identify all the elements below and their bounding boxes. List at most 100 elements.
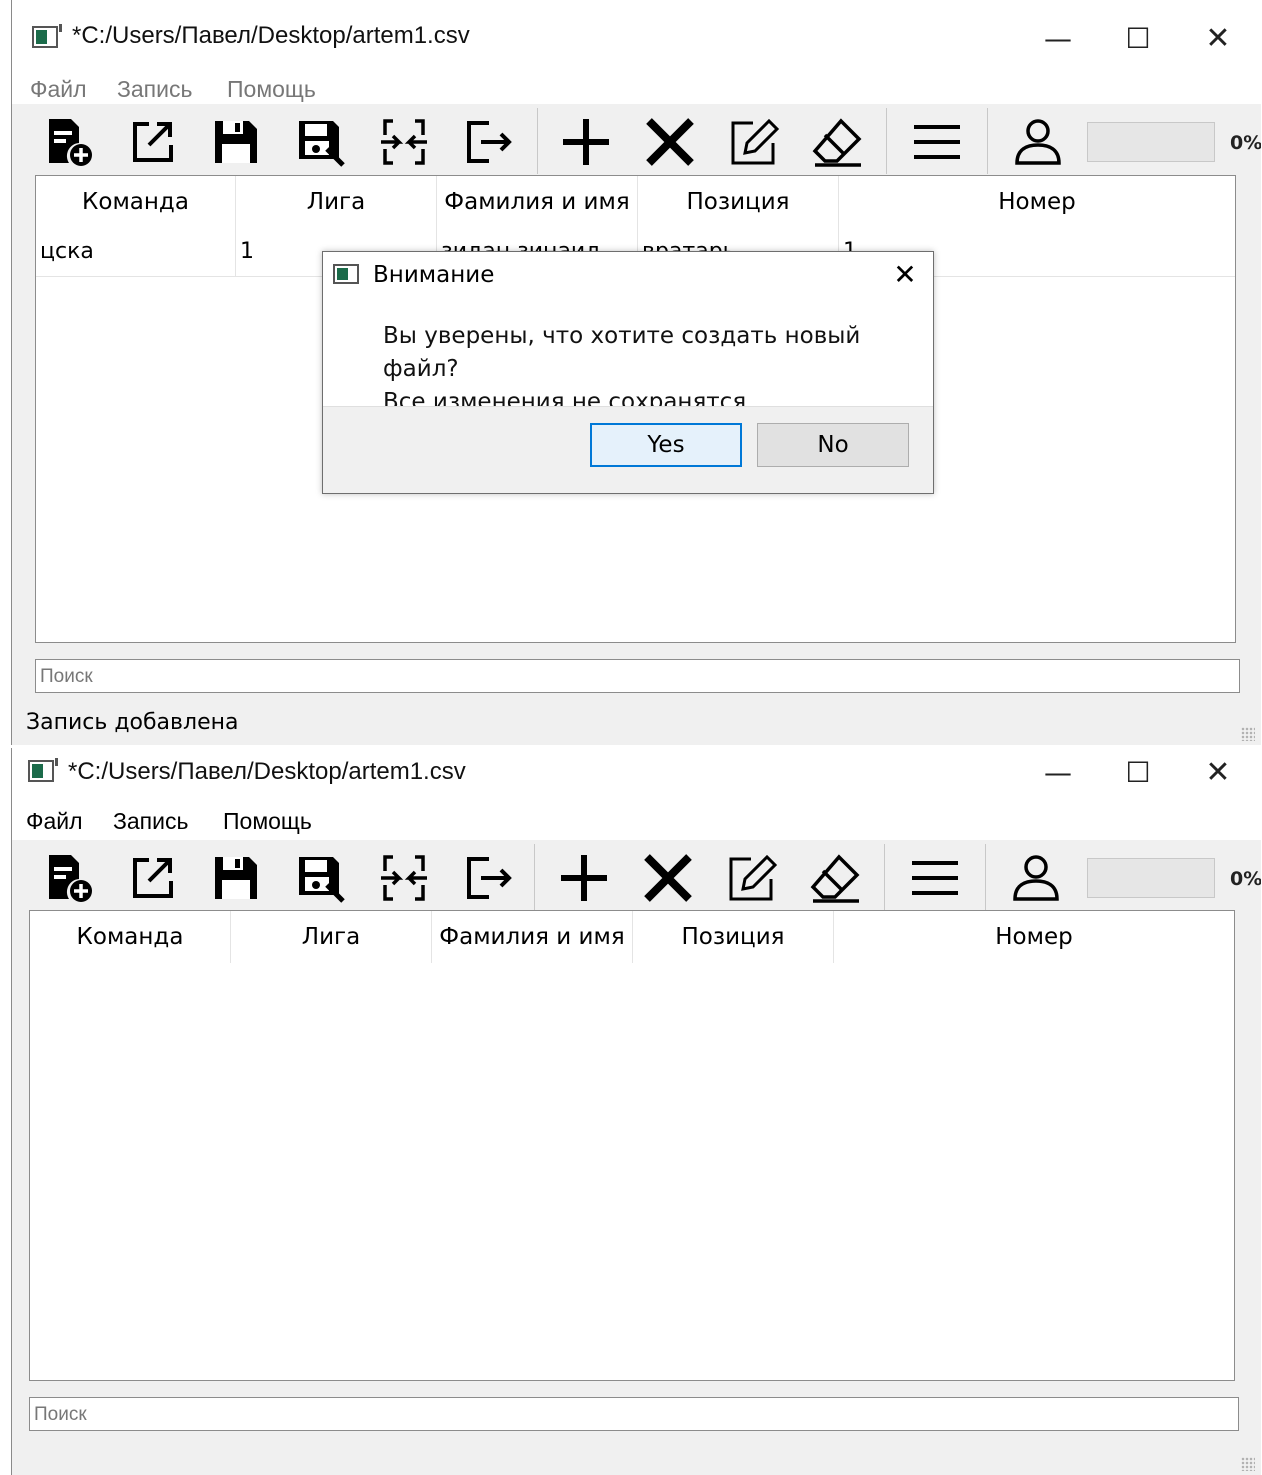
confirm-dialog: Внимание ✕ Вы уверены, что хотите создат… [322, 251, 934, 494]
progress-percent: 0% [1230, 868, 1261, 890]
open-external-icon [133, 858, 173, 898]
add-record-button[interactable] [554, 110, 618, 174]
user-icon [1013, 855, 1059, 901]
add-record-button[interactable] [552, 846, 616, 910]
save-as-icon [299, 121, 345, 167]
new-file-button[interactable] [36, 846, 100, 910]
edit-icon [731, 118, 780, 165]
exit-button[interactable] [456, 110, 520, 174]
app-icon [32, 24, 62, 48]
cell-team[interactable]: цска [36, 228, 236, 276]
eraser-icon [810, 854, 860, 903]
column-number[interactable]: Номер [834, 911, 1234, 963]
user-button[interactable] [1004, 846, 1068, 910]
edit-icon [729, 854, 778, 901]
menu-help[interactable]: Помощь [223, 808, 312, 835]
yes-button[interactable]: Yes [590, 423, 742, 467]
hamburger-icon [914, 125, 960, 159]
dialog-close-button[interactable]: ✕ [885, 254, 925, 294]
exit-icon [467, 857, 512, 899]
dialog-title: Внимание [373, 262, 495, 288]
merge-icon [381, 855, 427, 901]
no-button[interactable]: No [757, 423, 909, 467]
column-league[interactable]: Лига [236, 176, 437, 228]
column-name[interactable]: Фамилия и имя [432, 911, 633, 963]
save-as-icon [299, 857, 345, 903]
window-title: *C:/Users/Павел/Desktop/artem1.csv [72, 22, 470, 49]
column-position[interactable]: Позиция [633, 911, 834, 963]
maximize-button[interactable]: ☐ [1108, 748, 1168, 796]
window-title: *C:/Users/Павел/Desktop/artem1.csv [68, 758, 466, 785]
save-button[interactable] [204, 846, 268, 910]
records-table[interactable]: Команда Лига Фамилия и имя Позиция Номер [29, 910, 1235, 1381]
merge-button[interactable] [372, 110, 436, 174]
toolbar-separator [985, 844, 986, 910]
minimize-button[interactable]: — [1028, 14, 1088, 62]
close-button[interactable]: ✕ [1188, 14, 1248, 62]
menu-bar: Файл Запись Помощь [12, 76, 1261, 104]
menu-bar: Файл Запись Помощь [12, 800, 1261, 840]
delete-record-button[interactable] [636, 846, 700, 910]
app-icon [28, 758, 58, 782]
column-team[interactable]: Команда [36, 176, 236, 228]
merge-icon [381, 119, 427, 165]
main-window-after: *C:/Users/Павел/Desktop/artem1.csv — ☐ ✕… [11, 748, 1261, 1475]
column-position[interactable]: Позиция [638, 176, 839, 228]
progress-bar [1087, 858, 1215, 898]
table-header: Команда Лига Фамилия и имя Позиция Номер [36, 176, 1235, 228]
menu-file[interactable]: Файл [30, 76, 87, 103]
delete-record-button[interactable] [638, 110, 702, 174]
new-file-icon [49, 119, 92, 166]
progress-bar [1087, 122, 1215, 162]
resize-grip[interactable] [1241, 1457, 1255, 1471]
column-number[interactable]: Номер [839, 176, 1235, 228]
toolbar-separator [537, 108, 538, 174]
new-file-button[interactable] [36, 110, 100, 174]
status-bar-text: Запись добавлена [26, 710, 239, 735]
menu-button[interactable] [905, 110, 969, 174]
cross-icon [646, 118, 694, 166]
save-as-button[interactable] [288, 110, 352, 174]
toolbar-separator [987, 108, 988, 174]
edit-record-button[interactable] [722, 110, 786, 174]
app-icon [333, 264, 359, 284]
menu-help[interactable]: Помощь [227, 76, 316, 103]
menu-record[interactable]: Запись [117, 76, 192, 103]
exit-button[interactable] [456, 846, 520, 910]
menu-file[interactable]: Файл [26, 808, 83, 835]
new-file-icon [49, 855, 92, 902]
clear-button[interactable] [804, 846, 868, 910]
save-icon [215, 857, 257, 899]
open-external-icon [133, 122, 173, 162]
open-external-button[interactable] [120, 846, 184, 910]
menu-record[interactable]: Запись [113, 808, 188, 835]
clear-button[interactable] [806, 110, 870, 174]
search-input[interactable]: Поиск [29, 1397, 1239, 1431]
merge-button[interactable] [372, 846, 436, 910]
plus-icon [563, 119, 609, 165]
open-external-button[interactable] [120, 110, 184, 174]
save-icon [215, 121, 257, 163]
dialog-message: Вы уверены, что хотите создать новый фай… [383, 320, 933, 419]
title-bar: *C:/Users/Павел/Desktop/artem1.csv — ☐ ✕ [12, 748, 1261, 800]
edit-record-button[interactable] [720, 846, 784, 910]
column-league[interactable]: Лига [231, 911, 432, 963]
resize-grip[interactable] [1241, 727, 1255, 741]
close-button[interactable]: ✕ [1188, 748, 1248, 796]
save-as-button[interactable] [288, 846, 352, 910]
column-team[interactable]: Команда [30, 911, 231, 963]
minimize-button[interactable]: — [1028, 748, 1088, 796]
title-bar: *C:/Users/Павел/Desktop/artem1.csv — ☐ ✕ [12, 0, 1261, 76]
toolbar: 0% [12, 840, 1261, 912]
menu-button[interactable] [903, 846, 967, 910]
plus-icon [561, 855, 607, 901]
progress-percent: 0% [1230, 132, 1261, 154]
user-icon [1015, 119, 1061, 165]
dialog-message-line: Вы уверены, что хотите создать новый фай… [383, 323, 861, 382]
user-button[interactable] [1006, 110, 1070, 174]
column-name[interactable]: Фамилия и имя [437, 176, 638, 228]
hamburger-icon [912, 861, 958, 895]
search-input[interactable]: Поиск [35, 659, 1240, 693]
maximize-button[interactable]: ☐ [1108, 14, 1168, 62]
save-button[interactable] [204, 110, 268, 174]
